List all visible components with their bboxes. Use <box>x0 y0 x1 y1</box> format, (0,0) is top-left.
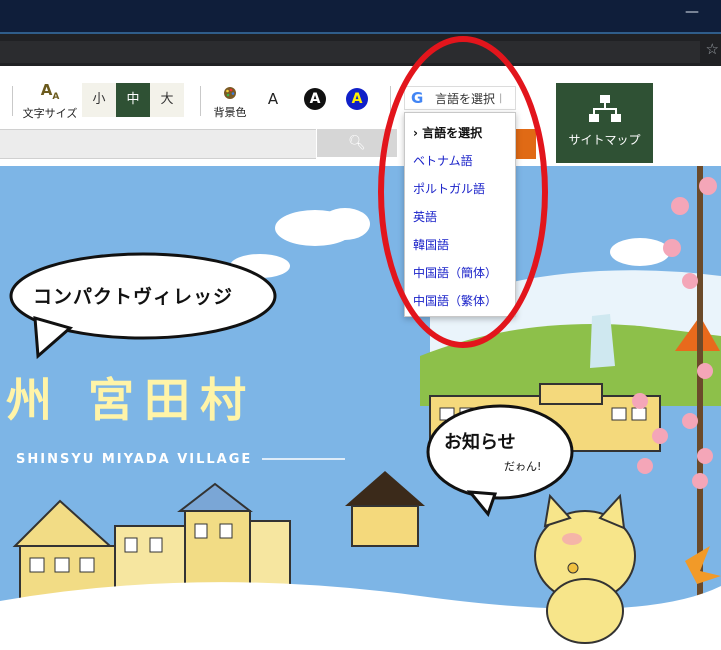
bookmark-star-icon[interactable]: ☆ <box>706 40 719 58</box>
font-size-label: 文字サイズ <box>22 107 78 120</box>
village-title: 州 宮田村 <box>6 373 257 427</box>
search-button[interactable]: 🔍︎ <box>317 129 397 157</box>
font-size-large-button[interactable]: 大 <box>150 83 184 117</box>
font-size-icon: AA <box>40 81 60 102</box>
toolbar-divider <box>390 86 391 116</box>
search-input[interactable] <box>0 129 316 159</box>
font-size-control: AA 文字サイズ <box>22 82 78 121</box>
google-translate-select[interactable]: G 言語を選択 | <box>404 86 516 110</box>
minimize-icon[interactable]: — <box>685 4 699 20</box>
bg-blue-button[interactable]: A <box>346 88 368 110</box>
background-color-label: 背景色 <box>213 106 247 119</box>
language-option-english[interactable]: 英語 <box>405 203 515 231</box>
hero-banner: コンパクトヴィレッジ 州 宮田村 SHINSYU MIYADA VILLAGE … <box>0 166 721 650</box>
palette-icon <box>210 86 250 104</box>
language-option-select[interactable]: › 言語を選択 <box>405 119 515 147</box>
sitemap-tree-icon <box>588 95 621 122</box>
language-option-chinese-simplified[interactable]: 中国語（簡体） <box>405 259 515 287</box>
google-g-icon: G <box>411 89 424 107</box>
language-option-korean[interactable]: 韓国語 <box>405 231 515 259</box>
notice-subtext: だゎん! <box>504 460 542 473</box>
notice-heading[interactable]: お知らせ <box>444 428 516 454</box>
separator-bar: | <box>499 92 503 104</box>
language-option-vietnamese[interactable]: ベトナム語 <box>405 147 515 175</box>
toolbar-divider <box>12 86 13 116</box>
browser-toolbar: ☆ <box>0 32 721 66</box>
window-titlebar: — <box>0 0 721 32</box>
translate-label: 言語を選択 <box>435 91 496 106</box>
search-icon: 🔍︎ <box>348 135 366 151</box>
sitemap-button[interactable]: サイトマップ <box>556 83 653 163</box>
toolbar-divider <box>200 86 201 116</box>
language-option-portuguese[interactable]: ポルトガル語 <box>405 175 515 203</box>
bg-white-button[interactable]: A <box>262 88 284 110</box>
speech-bubble-text: コンパクトヴィレッジ <box>33 286 234 308</box>
bg-black-button[interactable]: A <box>304 88 326 110</box>
address-bar[interactable] <box>0 41 700 63</box>
font-size-buttons: 小 中 大 <box>82 83 184 117</box>
sitemap-label: サイトマップ <box>568 133 641 147</box>
font-size-medium-button[interactable]: 中 <box>116 83 150 117</box>
font-size-small-button[interactable]: 小 <box>82 83 116 117</box>
language-option-chinese-traditional[interactable]: 中国語（繁体） <box>405 287 515 315</box>
language-dropdown: › 言語を選択 ベトナム語 ポルトガル語 英語 韓国語 中国語（簡体） 中国語（… <box>404 112 516 317</box>
village-subtitle: SHINSYU MIYADA VILLAGE <box>16 452 253 467</box>
background-color-control: 背景色 <box>210 86 250 120</box>
